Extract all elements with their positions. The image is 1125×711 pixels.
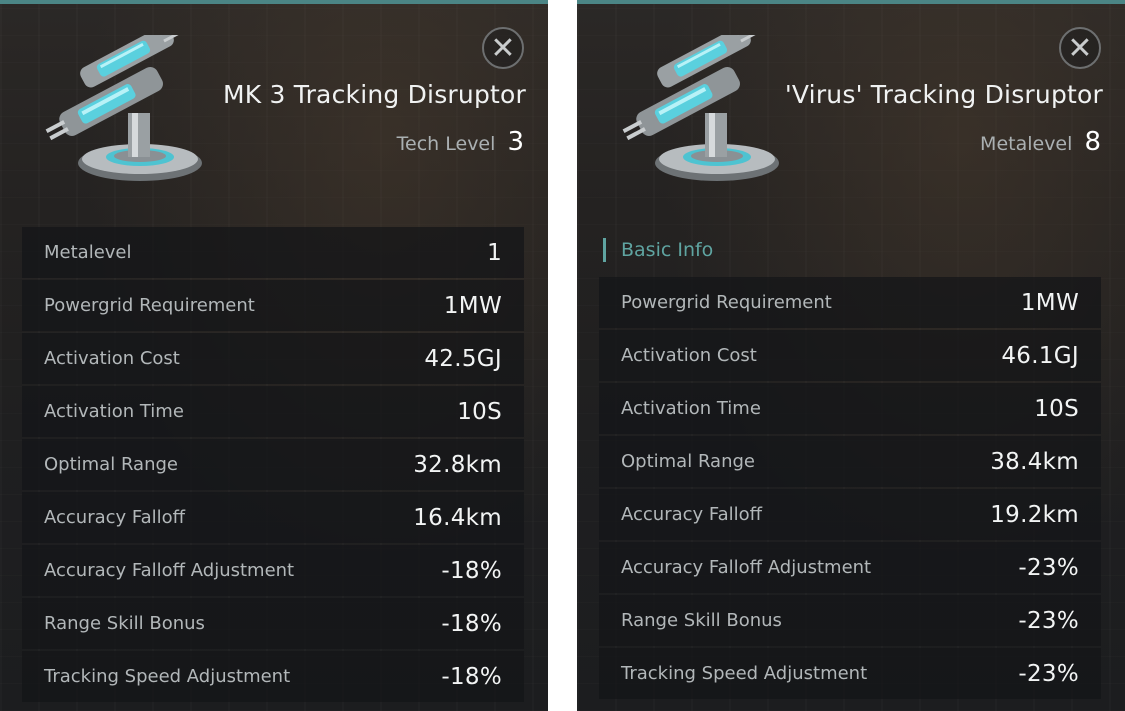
stat-value: -18% bbox=[441, 610, 502, 637]
stat-label: Optimal Range bbox=[621, 451, 755, 472]
stat-value: 1MW bbox=[443, 292, 502, 319]
stat-value: 46.1GJ bbox=[1001, 342, 1079, 369]
tech-level-value: 3 bbox=[507, 127, 524, 157]
stat-label: Accuracy Falloff bbox=[44, 507, 186, 528]
stat-row: Optimal Range 32.8km bbox=[22, 439, 524, 490]
item-title: MK 3 Tracking Disruptor bbox=[223, 80, 526, 109]
section-basic-info: Basic Info bbox=[603, 236, 713, 264]
tracking-disruptor-icon bbox=[622, 35, 779, 181]
stat-label: Activation Cost bbox=[44, 348, 180, 369]
stat-row: Powergrid Requirement 1MW bbox=[22, 280, 524, 331]
stat-label: Powergrid Requirement bbox=[621, 292, 832, 313]
item-info-panel-right: ✕ 'Virus' Tracking Disruptor Metalevel 8… bbox=[577, 0, 1125, 711]
tech-level: Tech Level 3 bbox=[397, 127, 524, 157]
stat-row: Powergrid Requirement 1MW bbox=[599, 277, 1101, 328]
stat-row: Activation Cost 42.5GJ bbox=[22, 333, 524, 384]
stat-row: Tracking Speed Adjustment -23% bbox=[599, 648, 1101, 699]
stat-label: Activation Time bbox=[621, 398, 761, 419]
stat-value: 1 bbox=[487, 239, 502, 266]
stat-value: 10S bbox=[457, 398, 502, 425]
stat-label: Metalevel bbox=[44, 242, 132, 263]
stats-table: Metalevel 1 Powergrid Requirement 1MW Acti… bbox=[22, 227, 524, 704]
item-title: 'Virus' Tracking Disruptor bbox=[784, 80, 1103, 109]
stat-label: Tracking Speed Adjustment bbox=[44, 666, 291, 687]
stat-row: Activation Time 10S bbox=[22, 386, 524, 437]
stat-row: Accuracy Falloff 19.2km bbox=[599, 489, 1101, 540]
stat-row: Activation Time 10S bbox=[599, 383, 1101, 434]
stat-row: Metalevel 1 bbox=[22, 227, 524, 278]
stat-value: 19.2km bbox=[990, 501, 1079, 528]
stat-label: Accuracy Falloff Adjustment bbox=[44, 560, 295, 581]
stat-label: Accuracy Falloff Adjustment bbox=[621, 557, 872, 578]
stat-row: Tracking Speed Adjustment -18% bbox=[22, 651, 524, 702]
stat-value: 42.5GJ bbox=[424, 345, 502, 372]
stat-row: Accuracy Falloff Adjustment -23% bbox=[599, 542, 1101, 593]
stats-table: Powergrid Requirement 1MW Activation Cost… bbox=[599, 277, 1101, 701]
stat-value: 32.8km bbox=[413, 451, 502, 478]
stat-row: Activation Cost 46.1GJ bbox=[599, 330, 1101, 381]
close-icon[interactable]: ✕ bbox=[482, 27, 524, 69]
stat-value: -23% bbox=[1018, 554, 1079, 581]
stat-value: -23% bbox=[1018, 660, 1079, 687]
stat-label: Optimal Range bbox=[44, 454, 178, 475]
stat-value: -18% bbox=[441, 663, 502, 690]
stat-value: -18% bbox=[441, 557, 502, 584]
item-info-panel-left: ✕ MK 3 Tracking Disruptor Tech Level 3 M… bbox=[0, 0, 548, 711]
tracking-disruptor-icon bbox=[45, 35, 202, 181]
stat-value: -23% bbox=[1018, 607, 1079, 634]
stat-label: Accuracy Falloff bbox=[621, 504, 763, 525]
stat-value: 1MW bbox=[1020, 289, 1079, 316]
stat-label: Range Skill Bonus bbox=[621, 610, 782, 631]
metalevel: Metalevel 8 bbox=[980, 127, 1101, 157]
stat-row: Range Skill Bonus -23% bbox=[599, 595, 1101, 646]
stat-row: Optimal Range 38.4km bbox=[599, 436, 1101, 487]
metalevel-value: 8 bbox=[1084, 127, 1101, 157]
stat-value: 10S bbox=[1034, 395, 1079, 422]
stat-value: 16.4km bbox=[413, 504, 502, 531]
stat-label: Tracking Speed Adjustment bbox=[621, 663, 868, 684]
tech-level-label: Tech Level bbox=[396, 133, 496, 155]
close-icon[interactable]: ✕ bbox=[1059, 27, 1101, 69]
stat-row: Range Skill Bonus -18% bbox=[22, 598, 524, 649]
metalevel-label: Metalevel bbox=[980, 133, 1073, 155]
stat-row: Accuracy Falloff Adjustment -18% bbox=[22, 545, 524, 596]
stat-label: Activation Time bbox=[44, 401, 184, 422]
stat-label: Activation Cost bbox=[621, 345, 757, 366]
stat-label: Powergrid Requirement bbox=[44, 295, 255, 316]
stat-value: 38.4km bbox=[990, 448, 1079, 475]
stat-row: Accuracy Falloff 16.4km bbox=[22, 492, 524, 543]
stat-label: Range Skill Bonus bbox=[44, 613, 205, 634]
